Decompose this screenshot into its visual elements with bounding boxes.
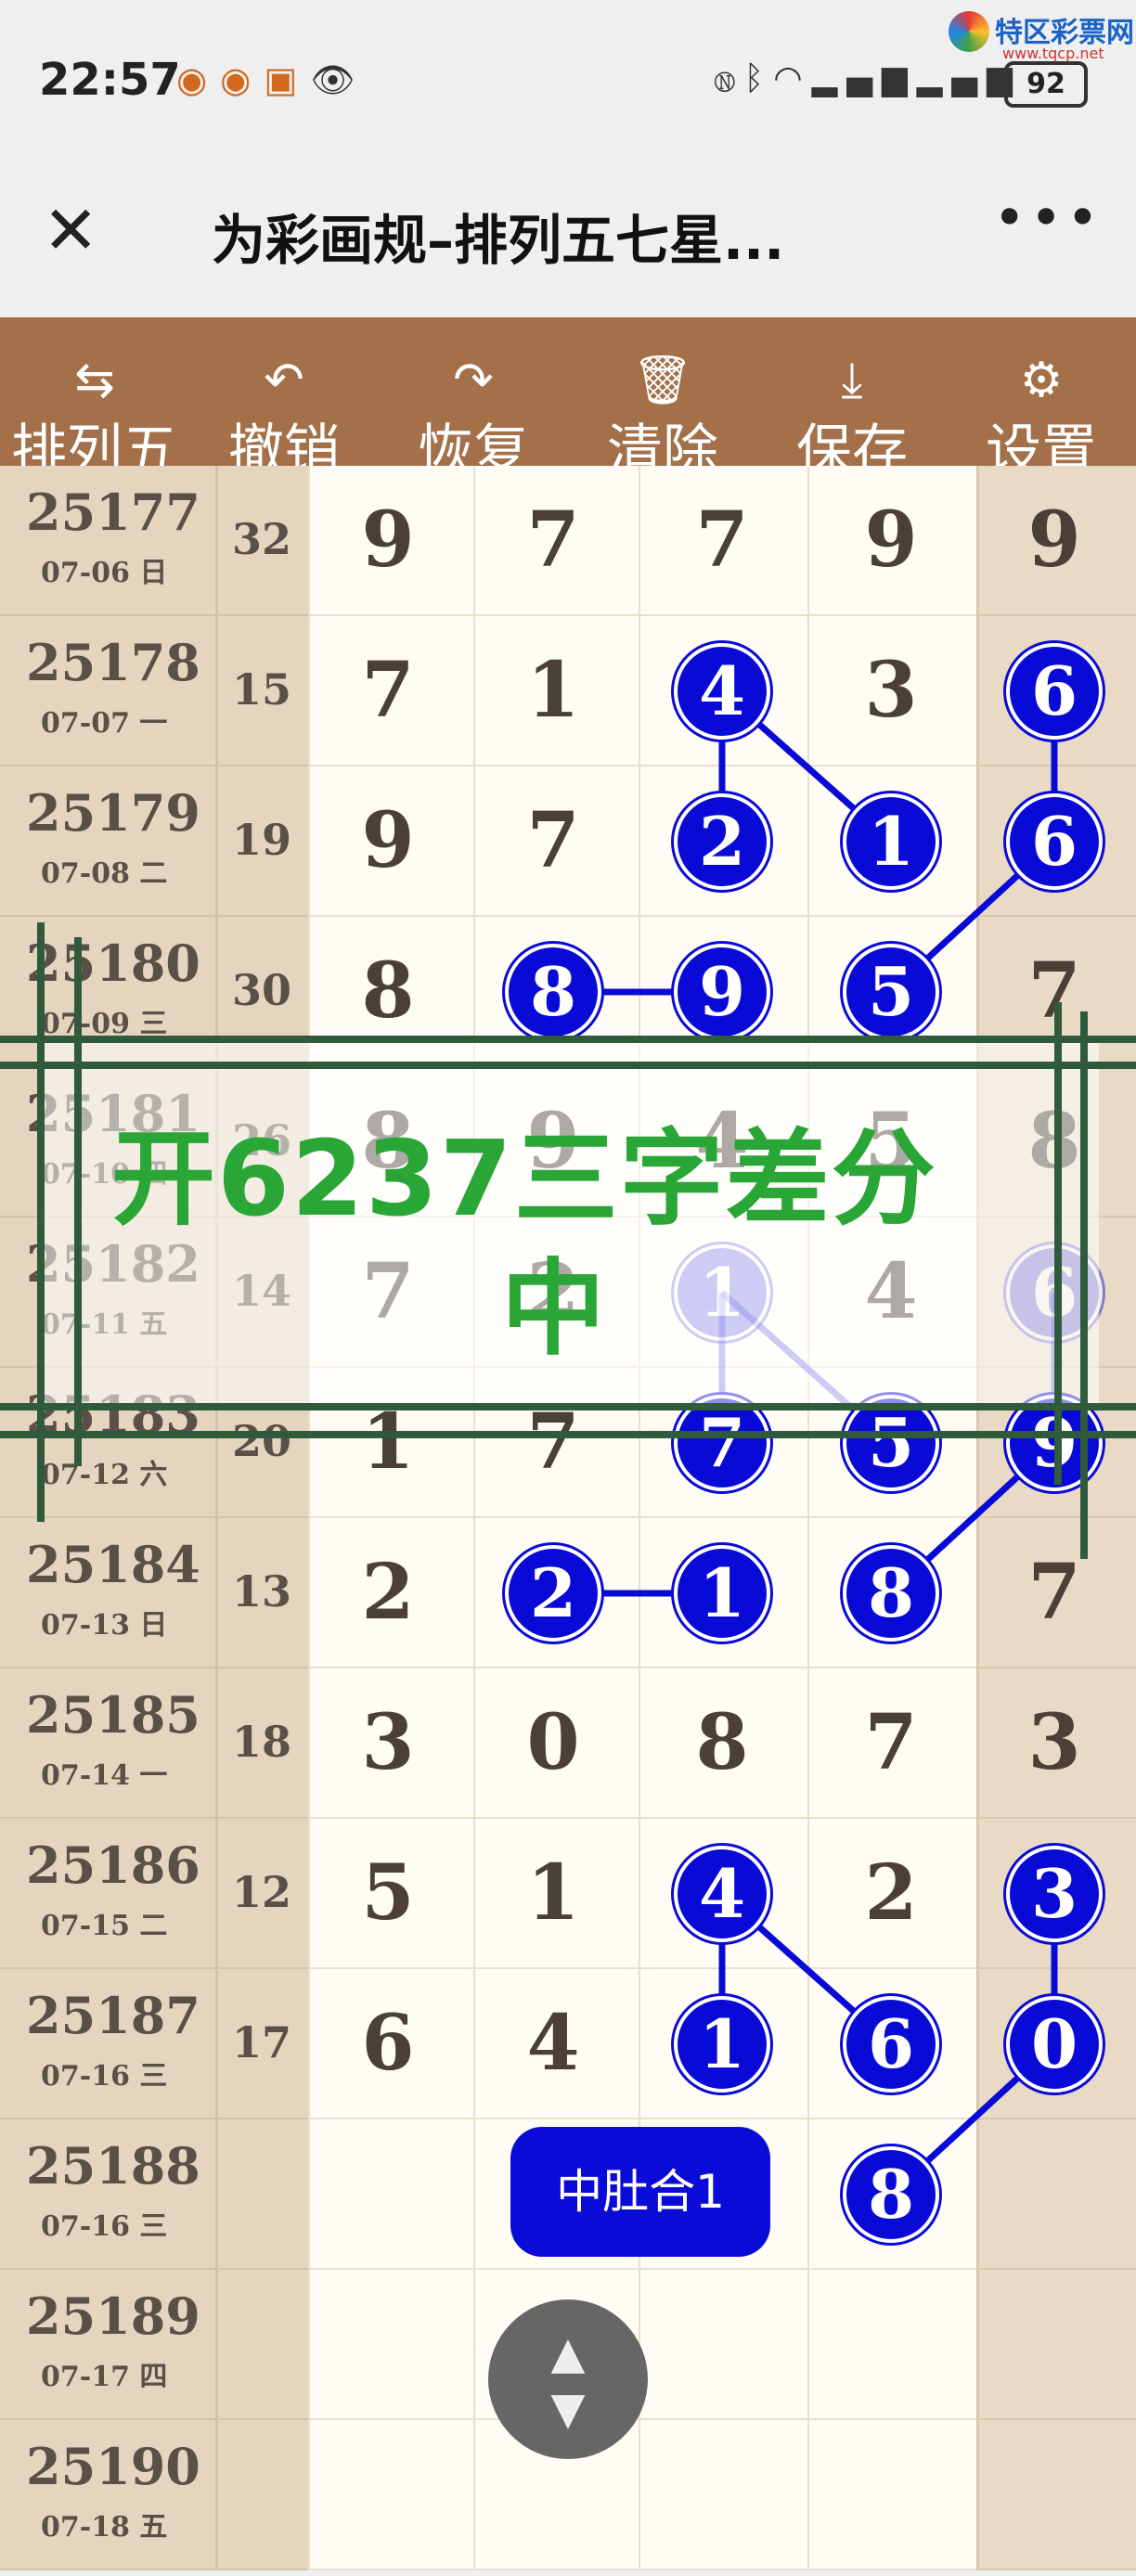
overlay-result-text-2: 中 xyxy=(501,1249,605,1370)
chevron-up-icon: ▲ xyxy=(550,2327,586,2379)
zhongduhe-button[interactable]: 中肚合1 xyxy=(510,2127,770,2257)
scroll-toggle-button[interactable]: ▲ ▼ xyxy=(488,2299,648,2459)
overlay-result-text: 开6237三字差分 xyxy=(111,1119,937,1240)
chevron-down-icon: ▼ xyxy=(550,2383,586,2435)
